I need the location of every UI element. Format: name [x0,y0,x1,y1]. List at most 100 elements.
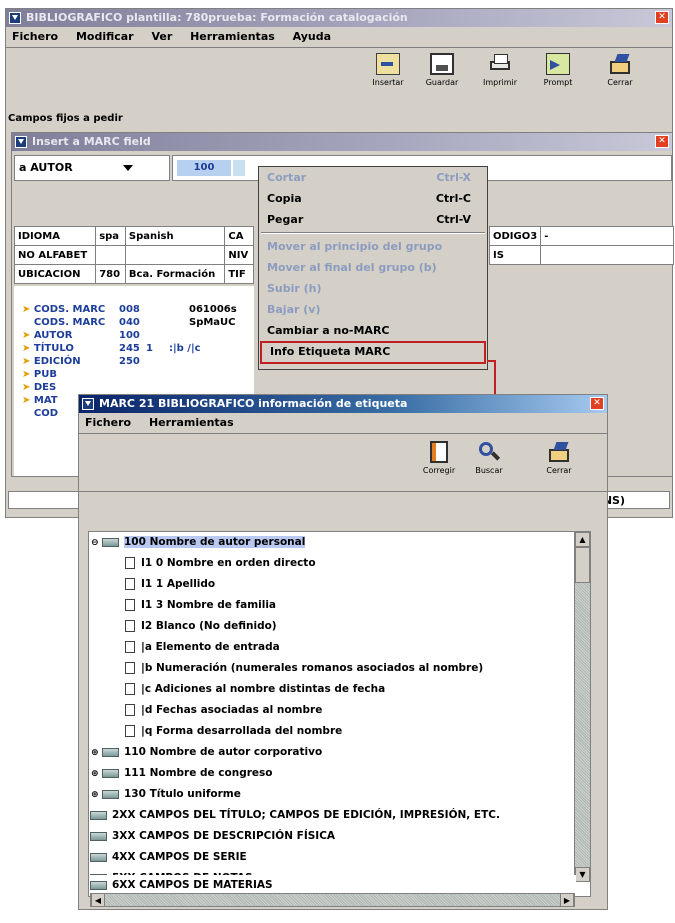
imprimir-button[interactable]: Imprimir [476,51,524,95]
info-window-titlebar: MARC 21 BIBLIOGRAFICO información de eti… [79,395,607,413]
menu-item-cambiar-no-marc[interactable]: Cambiar a no-MARC [259,320,487,341]
info-cerrar-label: Cerrar [546,466,572,475]
tree-leaf[interactable]: |q Forma desarrollada del nombre [125,721,342,742]
guardar-button[interactable]: Guardar [418,51,466,95]
list-item[interactable]: ➤ DES [22,382,56,394]
menu-herramientas[interactable]: Herramientas [190,30,275,43]
tree-leaf[interactable]: I1 1 Apellido [125,574,215,595]
prompt-label: Prompt [543,78,573,87]
scroll-left-icon[interactable]: ◀ [91,893,105,907]
tag-input[interactable]: 100 [177,160,231,176]
info-app-icon [82,398,94,410]
list-item[interactable]: ➤ AUTOR 100 [22,330,140,342]
menu-item-mover-final: Mover al final del grupo (b) [267,261,437,274]
document-icon [125,620,135,632]
callout-line [494,360,496,396]
tree-leaf[interactable]: |a Elemento de entrada [125,637,280,658]
main-window-title: BIBLIOGRAFICO plantilla: 780prueba: Form… [26,11,408,24]
buscar-label: Buscar [475,466,503,475]
tree-leaf[interactable]: |d Fechas asociadas al nombre [125,700,322,721]
cerrar-button[interactable]: Cerrar [596,51,644,95]
arrow-icon: ➤ [22,382,31,393]
menu-modificar[interactable]: Modificar [76,30,134,43]
marc-info-window: MARC 21 BIBLIOGRAFICO información de eti… [78,394,608,910]
folder-icon [102,747,119,757]
info-cerrar-button[interactable]: Cerrar [535,439,583,483]
print-icon [488,53,512,75]
menu-fichero[interactable]: Fichero [12,30,58,43]
document-icon [125,662,135,674]
folder-icon [102,789,119,799]
tree-horizontal-scrollbar[interactable]: ◀ ▶ [90,893,575,907]
close-box-icon [547,441,571,463]
context-menu: Cortar Ctrl-X Copia Ctrl-C Pegar Ctrl-V Mov… [258,166,488,370]
tree-collapsed-icon[interactable]: ⊕ [91,785,100,806]
scroll-thumb[interactable] [575,547,590,583]
tree-vertical-scrollbar[interactable]: ▲ ▼ [574,532,590,882]
menu-item-info-etiqueta[interactable]: Info Etiqueta MARC [260,341,486,364]
insert-dialog-close-icon[interactable]: ✕ [655,135,669,148]
tree-collapsed-icon[interactable]: ⊕ [91,743,100,764]
tree-leaf[interactable]: I1 0 Nombre en orden directo [125,553,316,574]
main-menubar: Fichero Modificar Ver Herramientas Ayuda [6,28,672,46]
tree-expanded-icon[interactable]: ⊖ [91,533,100,554]
fixed-fields-label: Campos fijos a pedir [8,113,123,124]
arrow-icon: ➤ [22,304,31,315]
marc-tag-tree: ⊖ 100 Nombre de autor personal I1 0 Nombr… [88,531,591,897]
info-window-title: MARC 21 BIBLIOGRAFICO información de eti… [99,397,408,410]
tree-node-111[interactable]: ⊕ 111 Nombre de congreso [91,763,272,784]
tree-collapsed-icon[interactable]: ⊕ [91,764,100,785]
field-select[interactable]: a AUTOR [14,155,170,181]
tree-node-110[interactable]: ⊕ 110 Nombre de autor corporativo [91,742,322,763]
menu-item-bajar: Bajar (v) [267,303,321,316]
tree-node-130[interactable]: ⊕ 130 Título uniforme [91,784,241,805]
list-item[interactable]: ➤ CODS. MARC 008 061006s [22,304,237,316]
list-item[interactable]: ➤ CODS. MARC040SpMaUC [22,317,236,329]
scroll-up-icon[interactable]: ▲ [575,532,590,547]
menu-ayuda[interactable]: Ayuda [293,30,331,43]
tree-node-3xx[interactable]: 3XX CAMPOS DE DESCRIPCIÓN FÍSICA [90,826,335,847]
document-icon [125,557,135,569]
insertar-button[interactable]: Insertar [364,51,412,95]
tree-leaf[interactable]: |c Adiciones al nombre distintas de fech… [125,679,385,700]
document-icon [125,578,135,590]
folder-icon [90,880,107,890]
corregir-button[interactable]: Corregir [415,439,463,483]
folder-icon [90,831,107,841]
menu-ver[interactable]: Ver [151,30,172,43]
fixed-fields-table: IDIOMA spa Spanish CA NO ALFABET NIV UBI… [13,226,254,284]
menu-item-pegar[interactable]: Pegar Ctrl-V [259,209,487,230]
dialog-icon [15,136,27,148]
tree-node-2xx[interactable]: 2XX CAMPOS DEL TÍTULO; CAMPOS DE EDICIÓN… [90,805,500,826]
tree-node-4xx[interactable]: 4XX CAMPOS DE SERIE [90,847,247,868]
tree-leaf[interactable]: I1 3 Nombre de familia [125,595,276,616]
document-icon [125,641,135,653]
main-close-icon[interactable]: ✕ [655,11,669,24]
tree-leaf[interactable]: I2 Blanco (No definido) [125,616,277,637]
buscar-button[interactable]: Buscar [465,439,513,483]
edit-icon [430,441,448,463]
list-item[interactable]: ➤ TÍTULO 245 1:|b /|c [22,343,201,355]
info-close-icon[interactable]: ✕ [590,397,604,410]
list-item[interactable]: ➤ EDICIÓN 250 [22,356,140,368]
list-item[interactable]: ➤ MAT [22,395,58,407]
scroll-down-icon[interactable]: ▼ [575,867,590,882]
search-icon [477,441,501,463]
prompt-button[interactable]: Prompt [534,51,582,95]
guardar-label: Guardar [425,78,459,87]
list-item[interactable]: ➤ PUB [22,369,57,381]
scroll-right-icon[interactable]: ▶ [560,893,574,907]
folder-icon [102,768,119,778]
insert-dialog-titlebar: Insert a MARC field ✕ [12,133,672,151]
menu-item-copia[interactable]: Copia Ctrl-C [259,188,487,209]
list-item[interactable]: ➤ COD [22,408,58,420]
tree-leaf[interactable]: |b Numeración (numerales romanos asociad… [125,658,483,679]
menu-item-cortar: Cortar Ctrl-X [267,171,471,184]
insert-icon [376,53,400,75]
info-menu-herramientas[interactable]: Herramientas [149,416,234,429]
folder-icon [102,537,119,547]
document-icon [125,683,135,695]
tree-node-100[interactable]: ⊖ 100 Nombre de autor personal [91,532,306,554]
field-select-value: a AUTOR [19,161,73,174]
info-menu-fichero[interactable]: Fichero [85,416,131,429]
